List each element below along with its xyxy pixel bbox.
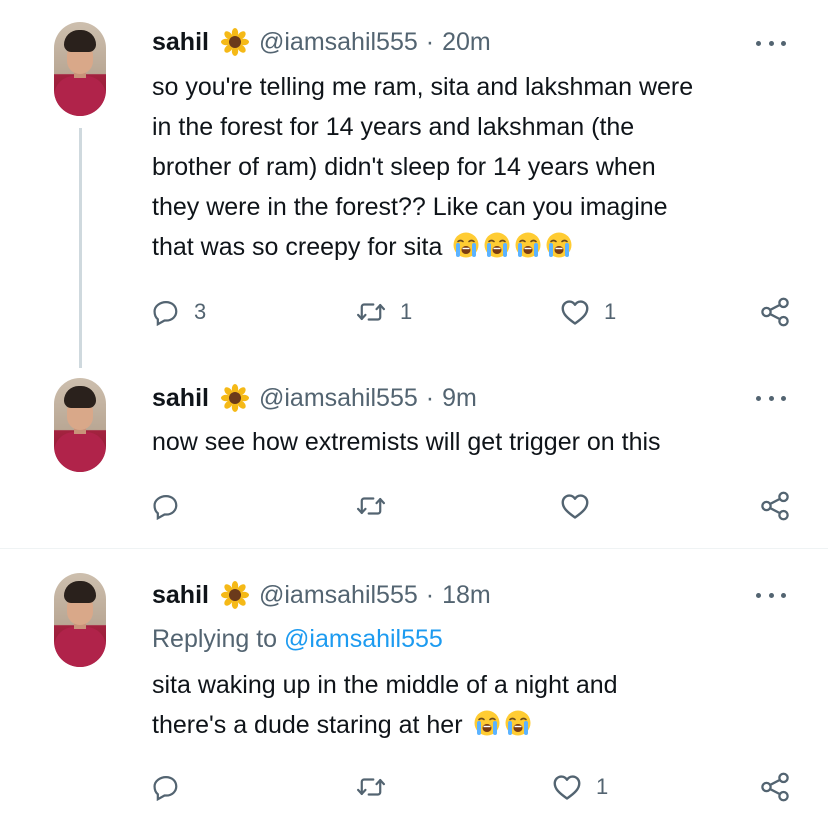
replying-to-handle[interactable]: @iamsahil555	[284, 625, 443, 653]
tweet-header: sahil @iamsahil555 · 20m	[152, 24, 491, 60]
share-button[interactable]	[758, 488, 792, 524]
reply-icon	[153, 300, 178, 326]
heart-icon	[553, 775, 581, 800]
replying-to: Replying to @iamsahil555	[152, 625, 443, 654]
like-button[interactable]: 1	[560, 294, 616, 330]
more-icon[interactable]	[756, 590, 786, 600]
tweet-actions	[152, 488, 812, 524]
tweet[interactable]: sahil @iamsahil555 · 20m so you're telli…	[0, 0, 828, 370]
reply-icon	[153, 775, 178, 801]
like-button[interactable]	[560, 488, 590, 524]
heart-icon	[561, 494, 589, 519]
separator: ·	[425, 383, 435, 412]
retweet-icon	[356, 497, 386, 515]
tweet-header: sahil @iamsahil555 · 18m	[152, 577, 491, 613]
sunflower-icon	[220, 384, 249, 412]
display-name[interactable]: sahil	[152, 28, 209, 57]
loudly-crying-face-icon	[545, 231, 573, 259]
retweet-button[interactable]	[356, 488, 386, 524]
share-button[interactable]	[758, 769, 792, 805]
like-button[interactable]: 1	[552, 769, 608, 805]
avatar[interactable]	[54, 378, 106, 472]
like-count: 1	[604, 299, 617, 324]
tweet-text-line: in the forest for 14 years and lakshman …	[152, 113, 635, 141]
share-icon	[761, 297, 789, 327]
display-name[interactable]: sahil	[152, 384, 209, 413]
loudly-crying-face-icon	[452, 231, 480, 259]
retweet-count: 1	[400, 299, 413, 324]
tweet-header: sahil @iamsahil555 · 9m	[152, 380, 477, 416]
timestamp[interactable]: 18m	[442, 581, 491, 610]
tweet-text-line: so you're telling me ram, sita and laksh…	[152, 73, 694, 101]
retweet-button[interactable]: 1	[356, 294, 412, 330]
tweet-thread: sahil @iamsahil555 · 20m so you're telli…	[0, 0, 828, 827]
user-handle[interactable]: @iamsahil555	[259, 28, 418, 57]
reply-button[interactable]: 3	[152, 294, 206, 330]
timestamp[interactable]: 9m	[442, 384, 477, 413]
reply-count: 3	[194, 299, 207, 324]
retweet-icon	[356, 778, 386, 796]
separator: ·	[425, 27, 435, 56]
share-button[interactable]	[758, 294, 792, 330]
display-name[interactable]: sahil	[152, 581, 209, 610]
tweet-text-line-last: there's a dude staring at her	[152, 705, 618, 745]
tweet-text: sita waking up in the middle of a night …	[152, 665, 618, 745]
tweet-text: now see how extremists will get trigger …	[152, 422, 661, 462]
retweet-button[interactable]	[356, 769, 386, 805]
heart-icon	[561, 300, 589, 325]
reply-button[interactable]	[152, 488, 180, 524]
retweet-icon	[356, 303, 386, 321]
tweet-text-line: now see how extremists will get trigger …	[152, 428, 661, 456]
tweet-actions: 3 1 1	[152, 294, 812, 330]
share-icon	[761, 491, 789, 521]
loudly-crying-face-icon	[473, 709, 501, 737]
tweet-text-line: brother of ram) didn't sleep for 14 year…	[152, 153, 656, 181]
timestamp[interactable]: 20m	[442, 28, 491, 57]
replying-to-label: Replying to	[152, 625, 278, 653]
more-icon[interactable]	[756, 38, 786, 48]
reply-icon	[153, 494, 178, 520]
crying-emoji-group	[473, 709, 535, 739]
avatar[interactable]	[54, 22, 106, 116]
sunflower-icon	[220, 28, 249, 56]
loudly-crying-face-icon	[483, 231, 511, 259]
tweet-text-line: sita waking up in the middle of a night …	[152, 671, 618, 699]
tweet-text: so you're telling me ram, sita and laksh…	[152, 67, 693, 267]
user-handle[interactable]: @iamsahil555	[259, 581, 418, 610]
tweet-text-line-last: that was so creepy for sita	[152, 227, 693, 267]
user-handle[interactable]: @iamsahil555	[259, 384, 418, 413]
loudly-crying-face-icon	[504, 709, 532, 737]
crying-emoji-group	[452, 231, 576, 261]
like-count: 1	[596, 774, 609, 799]
tweet[interactable]: sahil @iamsahil555 · 18m Replying to @ia…	[0, 549, 828, 827]
sunflower-icon	[220, 581, 249, 609]
separator: ·	[425, 580, 435, 609]
avatar[interactable]	[54, 573, 106, 667]
reply-button[interactable]	[152, 769, 180, 805]
tweet-actions: 1	[152, 769, 812, 805]
loudly-crying-face-icon	[514, 231, 542, 259]
tweet-text-line: they were in the forest?? Like can you i…	[152, 193, 668, 221]
tweet[interactable]: sahil @iamsahil555 · 9m now see how extr…	[0, 370, 828, 548]
more-icon[interactable]	[756, 393, 786, 403]
share-icon	[761, 772, 789, 802]
